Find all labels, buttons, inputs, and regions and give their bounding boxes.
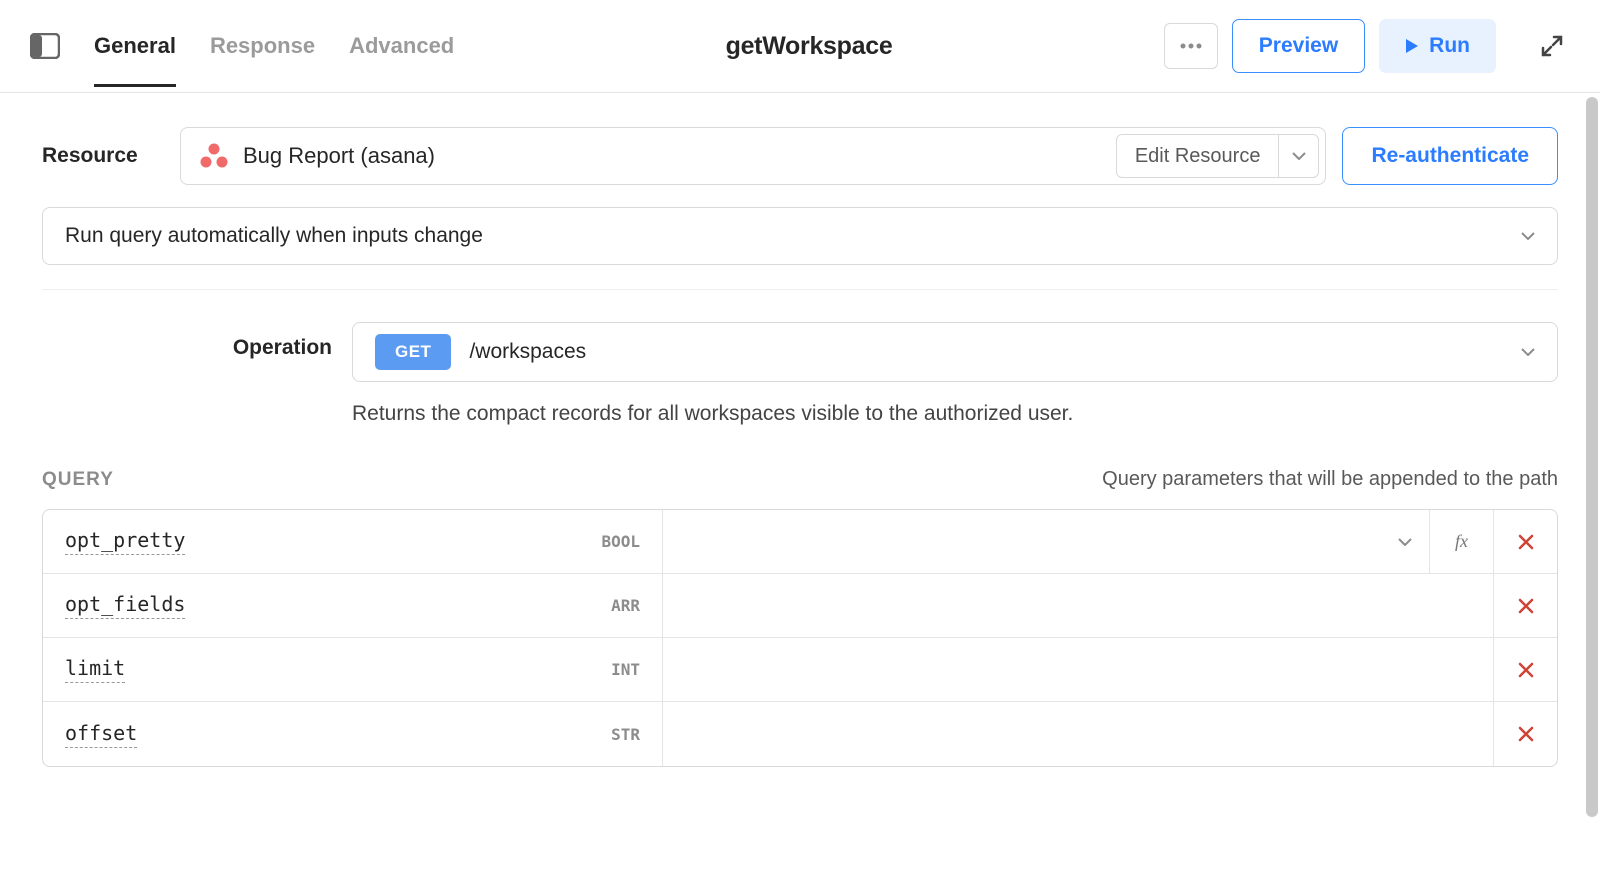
close-icon <box>1518 662 1534 678</box>
expand-icon <box>1541 35 1563 57</box>
resource-row: Resource Bug Report (asana) Edit Resourc… <box>42 127 1558 185</box>
operation-description: Returns the compact records for all work… <box>352 402 1558 426</box>
resource-label: Resource <box>42 144 180 168</box>
edit-resource-caret[interactable] <box>1278 135 1318 177</box>
param-delete-button[interactable] <box>1493 574 1557 637</box>
http-verb-badge: GET <box>375 334 451 370</box>
param-row: opt_fields ARR <box>43 574 1557 638</box>
query-title: QUERY <box>42 469 114 491</box>
operation-select[interactable]: GET /workspaces <box>352 322 1558 382</box>
param-type: INT <box>611 660 640 679</box>
resource-select[interactable]: Bug Report (asana) Edit Resource <box>180 127 1326 185</box>
param-fx-toggle[interactable]: fx <box>1429 510 1493 573</box>
run-mode-select[interactable]: Run query automatically when inputs chan… <box>42 207 1558 265</box>
close-icon <box>1518 726 1534 742</box>
param-delete-button[interactable] <box>1493 638 1557 701</box>
param-type: STR <box>611 725 640 744</box>
close-icon <box>1518 534 1534 550</box>
query-hint: Query parameters that will be appended t… <box>1102 468 1558 491</box>
param-value-input[interactable] <box>663 638 1493 701</box>
operation-label: Operation <box>42 322 352 360</box>
resource-name: Bug Report (asana) <box>243 143 435 169</box>
operation-path: /workspaces <box>469 340 586 364</box>
preview-button[interactable]: Preview <box>1232 19 1365 73</box>
header-tabs: General Response Advanced <box>94 5 454 87</box>
run-button[interactable]: Run <box>1379 19 1496 73</box>
run-mode-label: Run query automatically when inputs chan… <box>65 224 483 248</box>
asana-icon <box>199 142 229 170</box>
param-value-input[interactable] <box>663 574 1493 637</box>
param-value-cell <box>663 638 1493 701</box>
tab-response[interactable]: Response <box>210 5 315 87</box>
tab-advanced[interactable]: Advanced <box>349 5 454 87</box>
param-value-cell <box>663 574 1493 637</box>
param-row: offset STR <box>43 702 1557 766</box>
section-divider <box>42 289 1558 290</box>
param-value-cell <box>663 702 1493 766</box>
param-name: limit <box>65 656 125 683</box>
param-value-input[interactable] <box>663 702 1493 766</box>
play-icon <box>1405 38 1419 54</box>
chevron-down-icon <box>1292 152 1306 160</box>
header-actions: Preview Run <box>1164 19 1572 73</box>
expand-button[interactable] <box>1532 26 1572 66</box>
edit-resource-label: Edit Resource <box>1117 145 1279 168</box>
tab-general[interactable]: General <box>94 5 176 87</box>
param-name: opt_pretty <box>65 528 185 555</box>
header-bar: General Response Advanced getWorkspace P… <box>0 0 1600 93</box>
param-key-cell[interactable]: limit INT <box>43 638 663 701</box>
chevron-down-icon <box>1521 232 1535 240</box>
scrollbar[interactable] <box>1586 97 1598 817</box>
query-param-table: opt_pretty BOOL fx opt_fields ARR limit INT off… <box>42 509 1558 767</box>
param-type: ARR <box>611 596 640 615</box>
param-key-cell[interactable]: opt_fields ARR <box>43 574 663 637</box>
reauthenticate-button[interactable]: Re-authenticate <box>1342 127 1558 185</box>
chevron-down-icon <box>1398 538 1412 546</box>
param-value-cell <box>663 510 1429 573</box>
close-icon <box>1518 598 1534 614</box>
ellipsis-icon <box>1180 43 1202 49</box>
body-content: Resource Bug Report (asana) Edit Resourc… <box>0 93 1600 873</box>
edit-resource-button[interactable]: Edit Resource <box>1116 134 1320 178</box>
param-name: opt_fields <box>65 592 185 619</box>
param-row: opt_pretty BOOL fx <box>43 510 1557 574</box>
query-section-header: QUERY Query parameters that will be appe… <box>42 468 1558 491</box>
param-dropdown-toggle[interactable] <box>1381 538 1429 546</box>
param-name: offset <box>65 721 137 748</box>
page-title: getWorkspace <box>454 32 1164 61</box>
param-key-cell[interactable]: opt_pretty BOOL <box>43 510 663 573</box>
param-key-cell[interactable]: offset STR <box>43 702 663 766</box>
run-button-label: Run <box>1429 34 1470 58</box>
more-button[interactable] <box>1164 23 1218 69</box>
param-type: BOOL <box>601 532 640 551</box>
panel-toggle-icon[interactable] <box>30 33 60 59</box>
param-value-input[interactable] <box>663 510 1381 573</box>
param-delete-button[interactable] <box>1493 510 1557 573</box>
param-delete-button[interactable] <box>1493 702 1557 766</box>
param-row: limit INT <box>43 638 1557 702</box>
chevron-down-icon <box>1521 348 1535 356</box>
operation-row: Operation GET /workspaces Returns the co… <box>42 322 1558 426</box>
